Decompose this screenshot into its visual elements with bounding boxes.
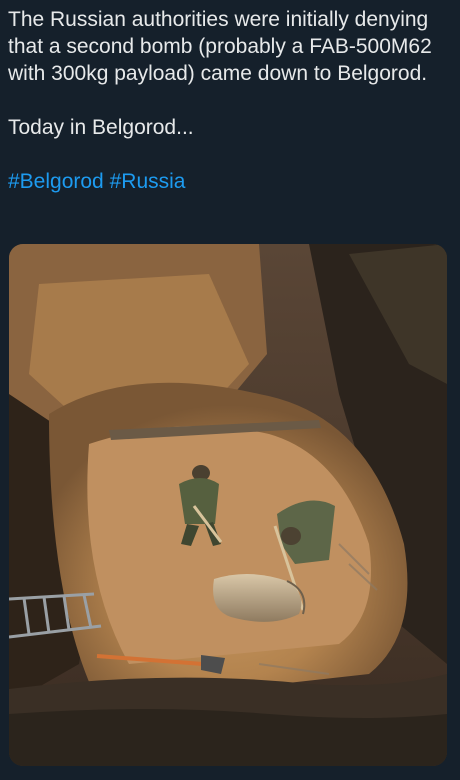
post-paragraph-2: Today in Belgorod... bbox=[8, 116, 194, 139]
hashtag-belgorod[interactable]: #Belgorod bbox=[8, 170, 104, 193]
hashtag-russia[interactable]: #Russia bbox=[110, 170, 186, 193]
post-photo[interactable] bbox=[9, 244, 447, 766]
bomb-crater-photo bbox=[9, 244, 447, 766]
hashtag-row: #Belgorod #Russia bbox=[8, 168, 448, 195]
post-text: The Russian authorities were initially d… bbox=[8, 6, 448, 195]
post-paragraph-1: The Russian authorities were initially d… bbox=[8, 8, 432, 85]
post-card: The Russian authorities were initially d… bbox=[0, 0, 460, 780]
